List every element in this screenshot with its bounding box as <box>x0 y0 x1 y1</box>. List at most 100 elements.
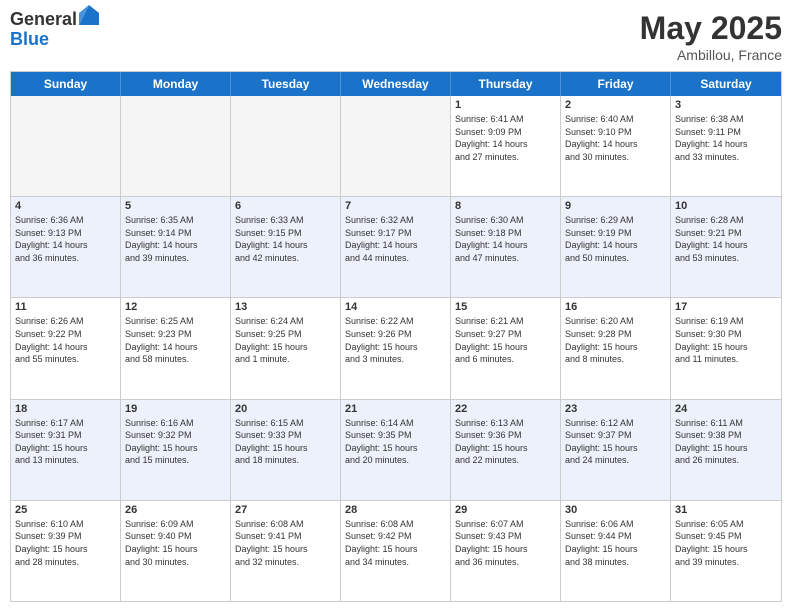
day-number: 11 <box>15 301 116 313</box>
day-cell-18: 18 Sunrise: 6:17 AM Sunset: 9:31 PM Dayli… <box>11 400 121 500</box>
day-info: Sunrise: 6:05 AM Sunset: 9:45 PM Dayligh… <box>675 518 777 568</box>
day-number: 23 <box>565 403 666 415</box>
logo-general: General <box>10 10 77 30</box>
day-info: Sunrise: 6:24 AM Sunset: 9:25 PM Dayligh… <box>235 315 336 365</box>
logo-text: General Blue <box>10 10 99 50</box>
day-cell-7: 7 Sunrise: 6:32 AM Sunset: 9:17 PM Daylig… <box>341 197 451 297</box>
day-cell-5: 5Sunrise: 6:35 AM Sunset: 9:14 PM Daylig… <box>121 197 231 297</box>
day-number: 26 <box>125 504 226 516</box>
day-number: 6 <box>235 200 336 212</box>
day-number: 30 <box>565 504 666 516</box>
day-number: 20 <box>235 403 336 415</box>
day-cell-19: 19Sunrise: 6:16 AM Sunset: 9:32 PM Dayli… <box>121 400 231 500</box>
header-day-saturday: Saturday <box>671 72 781 96</box>
day-number: 17 <box>675 301 777 313</box>
day-info: Sunrise: 6:33 AM Sunset: 9:15 PM Dayligh… <box>235 214 336 264</box>
day-number: 31 <box>675 504 777 516</box>
day-info: Sunrise: 6:17 AM Sunset: 9:31 PM Dayligh… <box>15 417 116 467</box>
day-info: Sunrise: 6:10 AM Sunset: 9:39 PM Dayligh… <box>15 518 116 568</box>
day-cell-22: 22 Sunrise: 6:13 AM Sunset: 9:36 PM Dayli… <box>451 400 561 500</box>
day-cell-17: 17 Sunrise: 6:19 AM Sunset: 9:30 PM Dayli… <box>671 298 781 398</box>
calendar: SundayMondayTuesdayWednesdayThursdayFrid… <box>10 71 782 602</box>
day-info: Sunrise: 6:29 AM Sunset: 9:19 PM Dayligh… <box>565 214 666 264</box>
day-cell-2: 2Sunrise: 6:40 AM Sunset: 9:10 PM Daylig… <box>561 96 671 196</box>
empty-cell-0-0 <box>11 96 121 196</box>
day-info: Sunrise: 6:08 AM Sunset: 9:41 PM Dayligh… <box>235 518 336 568</box>
empty-cell-0-2 <box>231 96 341 196</box>
logo: General Blue <box>10 10 99 50</box>
day-info: Sunrise: 6:25 AM Sunset: 9:23 PM Dayligh… <box>125 315 226 365</box>
day-info: Sunrise: 6:28 AM Sunset: 9:21 PM Dayligh… <box>675 214 777 264</box>
day-number: 15 <box>455 301 556 313</box>
day-cell-3: 3Sunrise: 6:38 AM Sunset: 9:11 PM Daylig… <box>671 96 781 196</box>
day-number: 27 <box>235 504 336 516</box>
header-day-tuesday: Tuesday <box>231 72 341 96</box>
day-cell-27: 27 Sunrise: 6:08 AM Sunset: 9:41 PM Dayli… <box>231 501 341 601</box>
day-info: Sunrise: 6:20 AM Sunset: 9:28 PM Dayligh… <box>565 315 666 365</box>
day-cell-12: 12 Sunrise: 6:25 AM Sunset: 9:23 PM Dayli… <box>121 298 231 398</box>
day-number: 7 <box>345 200 446 212</box>
day-info: Sunrise: 6:40 AM Sunset: 9:10 PM Dayligh… <box>565 113 666 163</box>
day-cell-21: 21Sunrise: 6:14 AM Sunset: 9:35 PM Dayli… <box>341 400 451 500</box>
day-cell-25: 25 Sunrise: 6:10 AM Sunset: 9:39 PM Dayli… <box>11 501 121 601</box>
day-info: Sunrise: 6:09 AM Sunset: 9:40 PM Dayligh… <box>125 518 226 568</box>
day-cell-14: 14 Sunrise: 6:22 AM Sunset: 9:26 PM Dayli… <box>341 298 451 398</box>
logo-icon <box>79 5 99 25</box>
logo-blue: Blue <box>10 30 99 50</box>
day-info: Sunrise: 6:32 AM Sunset: 9:17 PM Dayligh… <box>345 214 446 264</box>
day-cell-20: 20Sunrise: 6:15 AM Sunset: 9:33 PM Dayli… <box>231 400 341 500</box>
day-number: 13 <box>235 301 336 313</box>
day-number: 16 <box>565 301 666 313</box>
day-cell-9: 9 Sunrise: 6:29 AM Sunset: 9:19 PM Daylig… <box>561 197 671 297</box>
day-cell-24: 24Sunrise: 6:11 AM Sunset: 9:38 PM Dayli… <box>671 400 781 500</box>
calendar-body: 1Sunrise: 6:41 AM Sunset: 9:09 PM Daylig… <box>11 96 781 601</box>
day-number: 14 <box>345 301 446 313</box>
day-number: 29 <box>455 504 556 516</box>
day-info: Sunrise: 6:13 AM Sunset: 9:36 PM Dayligh… <box>455 417 556 467</box>
day-cell-29: 29 Sunrise: 6:07 AM Sunset: 9:43 PM Dayli… <box>451 501 561 601</box>
day-cell-15: 15 Sunrise: 6:21 AM Sunset: 9:27 PM Dayli… <box>451 298 561 398</box>
day-number: 25 <box>15 504 116 516</box>
calendar-row-1: 4Sunrise: 6:36 AM Sunset: 9:13 PM Daylig… <box>11 196 781 297</box>
day-info: Sunrise: 6:38 AM Sunset: 9:11 PM Dayligh… <box>675 113 777 163</box>
header-day-thursday: Thursday <box>451 72 561 96</box>
day-info: Sunrise: 6:07 AM Sunset: 9:43 PM Dayligh… <box>455 518 556 568</box>
day-number: 1 <box>455 99 556 111</box>
day-number: 12 <box>125 301 226 313</box>
day-cell-6: 6 Sunrise: 6:33 AM Sunset: 9:15 PM Daylig… <box>231 197 341 297</box>
page: General Blue May 2025 Ambillou, France S… <box>0 0 792 612</box>
calendar-row-0: 1Sunrise: 6:41 AM Sunset: 9:09 PM Daylig… <box>11 96 781 196</box>
day-info: Sunrise: 6:19 AM Sunset: 9:30 PM Dayligh… <box>675 315 777 365</box>
day-cell-4: 4Sunrise: 6:36 AM Sunset: 9:13 PM Daylig… <box>11 197 121 297</box>
day-info: Sunrise: 6:22 AM Sunset: 9:26 PM Dayligh… <box>345 315 446 365</box>
day-info: Sunrise: 6:21 AM Sunset: 9:27 PM Dayligh… <box>455 315 556 365</box>
calendar-row-4: 25 Sunrise: 6:10 AM Sunset: 9:39 PM Dayli… <box>11 500 781 601</box>
day-info: Sunrise: 6:14 AM Sunset: 9:35 PM Dayligh… <box>345 417 446 467</box>
day-cell-13: 13 Sunrise: 6:24 AM Sunset: 9:25 PM Dayli… <box>231 298 341 398</box>
day-cell-26: 26 Sunrise: 6:09 AM Sunset: 9:40 PM Dayli… <box>121 501 231 601</box>
day-cell-28: 28Sunrise: 6:08 AM Sunset: 9:42 PM Dayli… <box>341 501 451 601</box>
day-cell-30: 30Sunrise: 6:06 AM Sunset: 9:44 PM Dayli… <box>561 501 671 601</box>
day-cell-31: 31 Sunrise: 6:05 AM Sunset: 9:45 PM Dayli… <box>671 501 781 601</box>
calendar-row-2: 11Sunrise: 6:26 AM Sunset: 9:22 PM Dayli… <box>11 297 781 398</box>
day-number: 9 <box>565 200 666 212</box>
day-info: Sunrise: 6:16 AM Sunset: 9:32 PM Dayligh… <box>125 417 226 467</box>
day-number: 22 <box>455 403 556 415</box>
empty-cell-0-3 <box>341 96 451 196</box>
day-cell-23: 23Sunrise: 6:12 AM Sunset: 9:37 PM Dayli… <box>561 400 671 500</box>
day-info: Sunrise: 6:08 AM Sunset: 9:42 PM Dayligh… <box>345 518 446 568</box>
day-cell-11: 11Sunrise: 6:26 AM Sunset: 9:22 PM Dayli… <box>11 298 121 398</box>
day-info: Sunrise: 6:30 AM Sunset: 9:18 PM Dayligh… <box>455 214 556 264</box>
day-number: 24 <box>675 403 777 415</box>
empty-cell-0-1 <box>121 96 231 196</box>
calendar-header: SundayMondayTuesdayWednesdayThursdayFrid… <box>11 72 781 96</box>
day-cell-1: 1Sunrise: 6:41 AM Sunset: 9:09 PM Daylig… <box>451 96 561 196</box>
day-cell-8: 8Sunrise: 6:30 AM Sunset: 9:18 PM Daylig… <box>451 197 561 297</box>
title-block: May 2025 Ambillou, France <box>640 10 782 63</box>
header-day-friday: Friday <box>561 72 671 96</box>
day-number: 10 <box>675 200 777 212</box>
location: Ambillou, France <box>640 47 782 63</box>
day-number: 18 <box>15 403 116 415</box>
calendar-row-3: 18 Sunrise: 6:17 AM Sunset: 9:31 PM Dayli… <box>11 399 781 500</box>
day-cell-16: 16 Sunrise: 6:20 AM Sunset: 9:28 PM Dayli… <box>561 298 671 398</box>
